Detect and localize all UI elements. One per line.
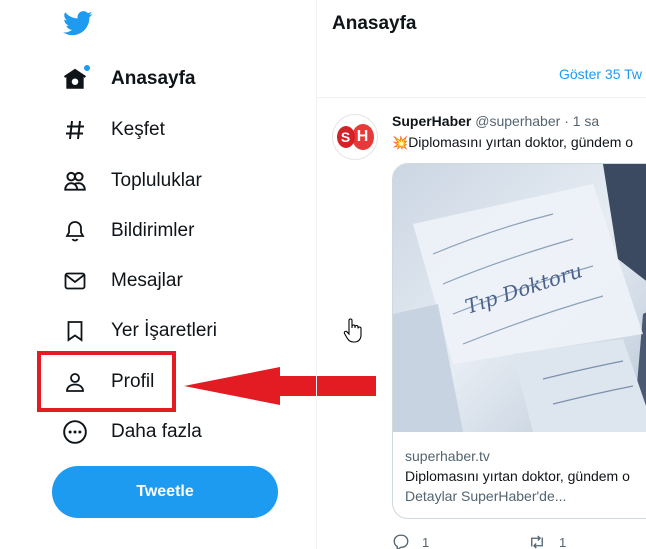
reply-button[interactable]: 1 xyxy=(392,533,429,549)
show-more-tweets[interactable]: Göster 35 Tw xyxy=(317,50,646,98)
tweet-time[interactable]: 1 sa xyxy=(573,113,599,129)
sidebar-item-explore[interactable]: Keşfet xyxy=(60,110,165,150)
page-title: Anasayfa xyxy=(332,13,417,34)
sidebar-item-label: Anasayfa xyxy=(111,68,196,89)
card-domain: superhaber.tv xyxy=(405,448,490,464)
sidebar-item-home[interactable]: Anasayfa xyxy=(60,59,196,99)
collision-icon: 💥 xyxy=(392,135,409,150)
bookmark-icon xyxy=(60,316,90,346)
sidebar-item-bookmarks[interactable]: Yer İşaretleri xyxy=(60,311,217,351)
author-name[interactable]: SuperHaber xyxy=(392,113,471,129)
reply-icon xyxy=(393,534,409,549)
reply-count: 1 xyxy=(422,534,430,549)
separator: · xyxy=(564,113,569,129)
card-title: Diplomasını yırtan doktor, gündem o xyxy=(405,468,630,484)
sidebar-item-communities[interactable]: Topluluklar xyxy=(60,161,202,201)
retweet-count: 1 xyxy=(559,534,567,549)
sidebar-item-messages[interactable]: Mesajlar xyxy=(60,261,183,301)
sidebar-item-more[interactable]: Daha fazla xyxy=(60,412,202,452)
tweet-text: 💥Diplomasını yırtan doktor, gündem o xyxy=(392,134,633,151)
card-description: Detaylar SuperHaber'de... xyxy=(405,488,567,504)
sidebar: Anasayfa Keşfet Topluluklar Bildirimler … xyxy=(0,0,376,549)
retweet-icon xyxy=(531,535,543,549)
more-circle-icon xyxy=(60,417,90,447)
card-image: Tıp Doktoru xyxy=(393,164,646,432)
sidebar-item-label: Mesajlar xyxy=(111,270,183,291)
envelope-icon xyxy=(60,266,90,296)
retweet-button[interactable]: 1 xyxy=(527,533,566,549)
hashtag-icon xyxy=(60,115,90,145)
sidebar-item-label: Bildirimler xyxy=(111,220,195,241)
avatar-letter: H xyxy=(351,124,374,150)
tweet-header: SuperHaber @superhaber · 1 sa xyxy=(392,113,599,129)
sidebar-item-notifications[interactable]: Bildirimler xyxy=(60,211,194,251)
avatar[interactable]: S H xyxy=(332,114,378,160)
link-card[interactable]: Tıp Doktoru superhaber.tv Diplomasını yı… xyxy=(392,163,646,519)
bell-icon xyxy=(60,216,90,246)
sidebar-item-label: Keşfet xyxy=(111,119,165,140)
avatar-letter: S xyxy=(336,126,355,148)
home-icon xyxy=(60,64,91,94)
sidebar-item-label: Daha fazla xyxy=(111,421,202,442)
card-meta: superhaber.tv Diplomasını yırtan doktor,… xyxy=(405,446,630,506)
sidebar-item-label: Topluluklar xyxy=(111,170,202,191)
hand-cursor-icon xyxy=(343,318,362,343)
tweet-button[interactable]: Tweetle xyxy=(52,466,278,518)
tweet-text-content: Diplomasını yırtan doktor, gündem o xyxy=(408,134,634,150)
main-column: Anasayfa Göster 35 Tw S H SuperHaber @su… xyxy=(317,0,646,549)
communities-icon xyxy=(60,166,90,196)
notification-dot xyxy=(83,64,91,72)
author-handle[interactable]: @superhaber xyxy=(475,113,560,129)
highlight-box xyxy=(37,351,176,412)
show-more-label: Göster 35 Tw xyxy=(559,66,643,82)
sidebar-item-label: Yer İşaretleri xyxy=(111,320,217,341)
twitter-logo-icon[interactable] xyxy=(62,8,94,38)
